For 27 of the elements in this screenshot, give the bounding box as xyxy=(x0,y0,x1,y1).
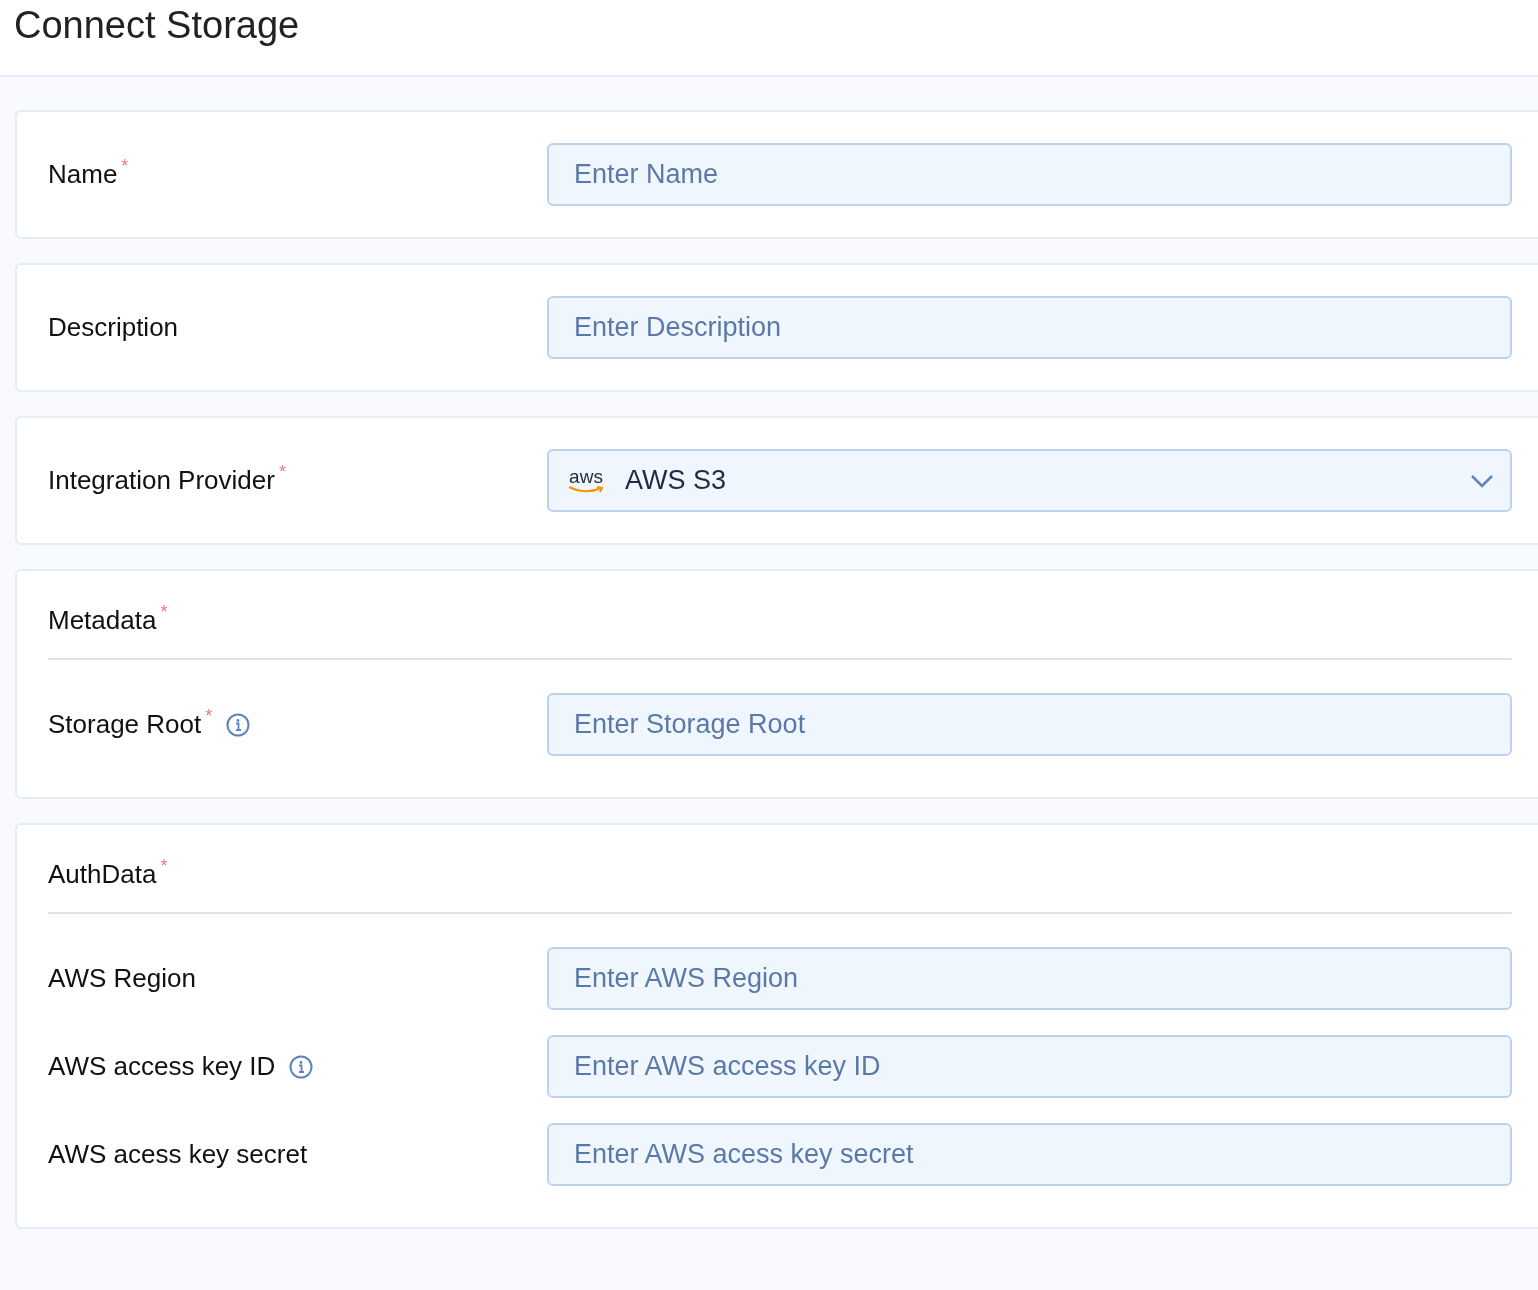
group-heading: AuthData xyxy=(48,858,157,891)
text-input[interactable]: Enter Description xyxy=(547,296,1512,359)
group-heading: Metadata xyxy=(48,604,157,637)
required-asterisk: * xyxy=(205,705,213,728)
field-label: Storage Root xyxy=(48,708,202,741)
provider-select[interactable]: aws AWS S3 xyxy=(547,449,1512,512)
text-input[interactable]: Enter Name xyxy=(547,143,1512,206)
required-asterisk: * xyxy=(278,461,286,484)
page-title: Connect Storage xyxy=(14,3,301,48)
required-asterisk: * xyxy=(160,601,168,624)
field-label: Integration Provider xyxy=(48,464,275,497)
aws-logo: aws xyxy=(567,467,605,494)
required-asterisk: * xyxy=(121,155,129,178)
field-label: AWS Region xyxy=(48,962,196,995)
field-label: Name xyxy=(48,158,118,191)
info-icon[interactable] xyxy=(289,1054,314,1079)
text-input[interactable]: Enter AWS Region xyxy=(547,947,1512,1010)
required-asterisk: * xyxy=(160,855,168,878)
info-icon[interactable] xyxy=(226,712,251,737)
text-input[interactable]: Enter AWS access key ID xyxy=(547,1035,1512,1098)
field-label: AWS access key ID xyxy=(48,1050,276,1083)
field-label: AWS acess key secret xyxy=(48,1138,308,1171)
selected-value: AWS S3 xyxy=(625,464,728,498)
field-label: Description xyxy=(48,311,179,344)
text-input[interactable]: Enter Storage Root xyxy=(547,693,1512,756)
text-input[interactable]: Enter AWS acess key secret xyxy=(547,1123,1512,1186)
chevron-down-icon xyxy=(1470,473,1494,488)
